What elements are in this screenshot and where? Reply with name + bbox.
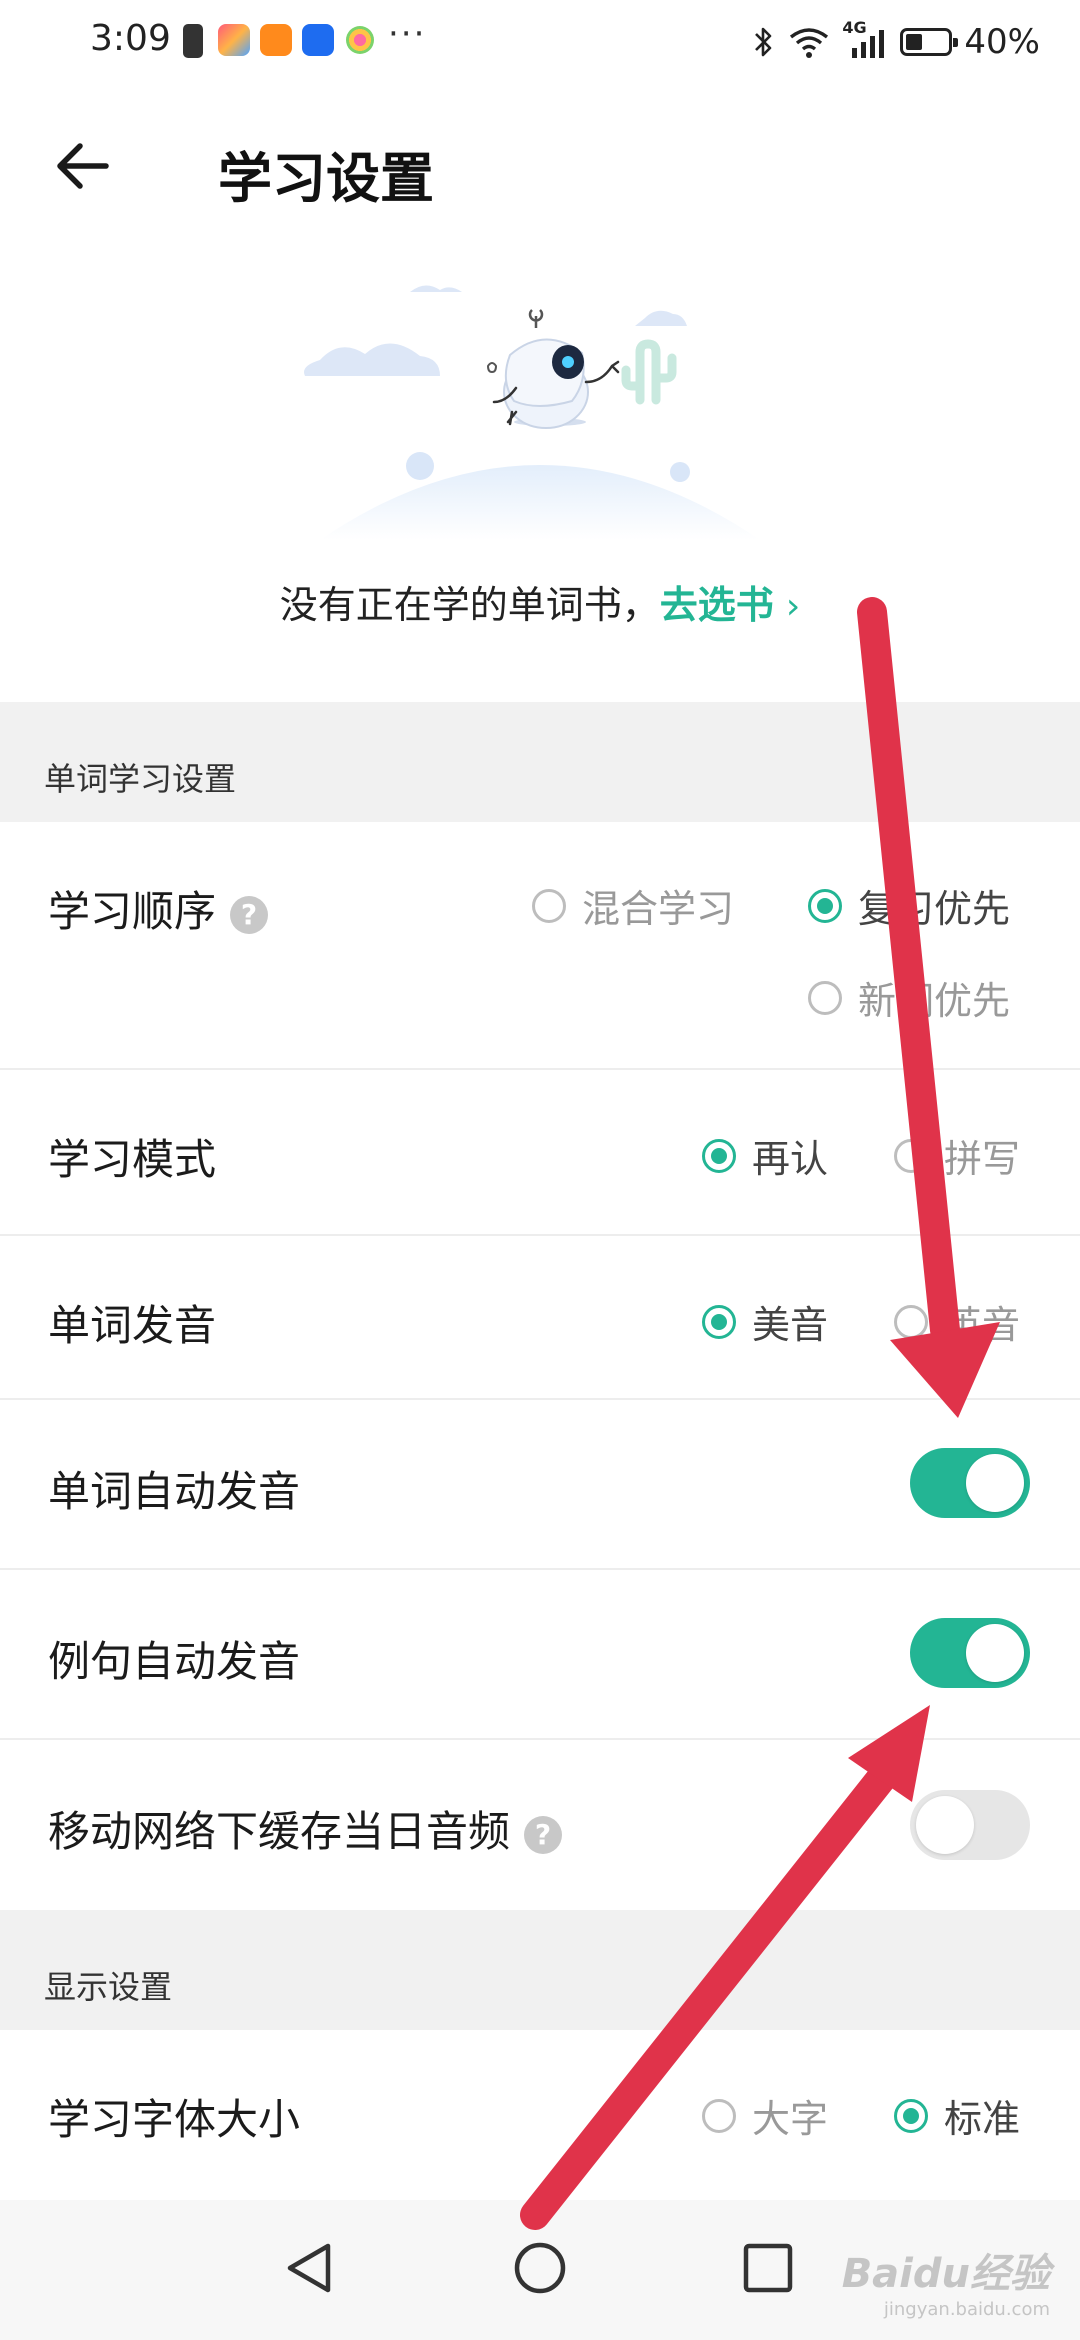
setting-row-cache-audio: 移动网络下缓存当日音频? xyxy=(0,1740,1080,1910)
setting-row-auto-sentence-pronunciation: 例句自动发音 xyxy=(0,1570,1080,1738)
toggle-auto-word-pronunciation[interactable] xyxy=(910,1448,1030,1518)
radio-circle-icon xyxy=(894,1138,928,1173)
bluetooth-icon xyxy=(755,27,772,57)
radio-label: 复习优先 xyxy=(858,887,1011,931)
section-title-display-settings: 显示设置 xyxy=(44,1968,173,2006)
radio-checked-icon xyxy=(894,2098,928,2133)
section-header-word-settings: 单词学习设置 xyxy=(0,702,1080,822)
toggle-knob xyxy=(966,1624,1024,1682)
section-header-display-settings: 显示设置 xyxy=(0,1910,1080,2030)
radio-american[interactable]: 美音 xyxy=(702,1294,828,1349)
radio-british[interactable]: 英音 xyxy=(894,1294,1020,1349)
network-type: 4G xyxy=(842,18,867,37)
radio-new-words-first[interactable]: 新词优先 xyxy=(808,970,1010,1025)
setting-label-pronunciation: 单词发音 xyxy=(48,1301,217,1350)
radio-circle-icon xyxy=(532,888,566,923)
setting-row-font-size: 学习字体大小 大字 标准 xyxy=(0,2030,1080,2198)
setting-row-auto-word-pronunciation: 单词自动发音 xyxy=(0,1400,1080,1568)
nav-recents-button[interactable] xyxy=(728,2228,808,2308)
radio-mixed-learning[interactable]: 混合学习 xyxy=(532,878,734,933)
radio-label: 标准 xyxy=(944,2097,1021,2141)
radio-circle-icon xyxy=(894,1304,928,1339)
setting-label-auto-sentence: 例句自动发音 xyxy=(48,1637,301,1686)
nav-home-button[interactable] xyxy=(500,2228,580,2308)
radio-checked-icon xyxy=(702,1304,736,1339)
radio-recognize[interactable]: 再认 xyxy=(702,1128,828,1183)
radio-label: 英音 xyxy=(944,1303,1021,1347)
bulb-app-icon xyxy=(302,24,334,56)
help-icon[interactable]: ? xyxy=(524,1815,563,1854)
section-title-word-settings: 单词学习设置 xyxy=(44,760,237,798)
radio-standard-font[interactable]: 标准 xyxy=(894,2088,1020,2143)
battery-percent: 40% xyxy=(964,22,1040,62)
setting-label-cache-audio: 移动网络下缓存当日音频? xyxy=(48,1798,563,1859)
watermark-brand: Baidu经验 xyxy=(841,2251,1050,2297)
setting-label-learning-order: 学习顺序? xyxy=(48,878,269,939)
radio-checked-icon xyxy=(808,888,842,923)
triangle-back-icon xyxy=(287,2243,331,2293)
status-bar: 3:09 ··· 4G 40% xyxy=(0,0,1080,84)
watermark-url: jingyan.baidu.com xyxy=(883,2299,1050,2320)
setting-row-learning-mode: 学习模式 再认 拼写 xyxy=(0,1070,1080,1234)
setting-label-auto-word: 单词自动发音 xyxy=(48,1467,301,1516)
circle-home-icon xyxy=(514,2242,566,2294)
app-notification-icon xyxy=(218,24,250,56)
setting-row-pronunciation: 单词发音 美音 英音 xyxy=(0,1236,1080,1398)
status-right-group: 4G 40% xyxy=(752,18,1040,66)
toggle-knob xyxy=(916,1796,974,1854)
nav-back-button[interactable] xyxy=(270,2228,350,2308)
setting-label-learning-mode: 学习模式 xyxy=(48,1135,217,1184)
setting-label-font-size: 学习字体大小 xyxy=(48,2095,301,2144)
radio-label: 混合学习 xyxy=(582,887,735,931)
flower-app-icon xyxy=(346,26,374,54)
square-recents-icon xyxy=(743,2243,793,2293)
radio-circle-icon xyxy=(808,980,842,1015)
radio-label: 美音 xyxy=(752,1303,829,1347)
empty-book-message: 没有正在学的单词书，去选书 › xyxy=(0,574,1080,629)
toggle-cache-audio[interactable] xyxy=(910,1790,1030,1860)
help-icon[interactable]: ? xyxy=(230,895,269,934)
learning-order-label: 学习顺序 xyxy=(48,887,217,936)
battery-icon xyxy=(900,28,959,56)
radio-label: 再认 xyxy=(752,1137,829,1181)
chevron-right-icon: › xyxy=(785,586,801,627)
radio-label: 拼写 xyxy=(944,1137,1021,1181)
radio-label: 新词优先 xyxy=(858,979,1011,1023)
empty-book-text: 没有正在学的单词书， xyxy=(279,583,660,627)
setting-row-learning-order: 学习顺序? 混合学习 复习优先 新词优先 xyxy=(0,822,1080,1068)
battery-fill xyxy=(906,34,923,50)
status-time: 3:09 xyxy=(90,18,171,59)
arrow-left-icon xyxy=(57,143,109,189)
radio-label: 大字 xyxy=(752,2097,829,2141)
choose-book-link[interactable]: 去选书 xyxy=(660,583,774,627)
radio-checked-icon xyxy=(702,1138,736,1173)
back-button[interactable] xyxy=(44,126,124,206)
radio-spelling[interactable]: 拼写 xyxy=(894,1128,1020,1183)
video-app-icon xyxy=(260,24,292,56)
cache-audio-label: 移动网络下缓存当日音频 xyxy=(48,1807,511,1856)
page-title: 学习设置 xyxy=(218,147,434,210)
toggle-auto-sentence-pronunciation[interactable] xyxy=(910,1618,1030,1688)
radio-review-first[interactable]: 复习优先 xyxy=(808,878,1010,933)
toggle-knob xyxy=(966,1454,1024,1512)
wifi-icon xyxy=(790,28,829,58)
empty-state-robot-illustration xyxy=(304,285,760,540)
cellular-signal-icon: 4G xyxy=(842,18,888,60)
radio-large-font[interactable]: 大字 xyxy=(702,2088,828,2143)
alert-notification-icon xyxy=(183,24,203,58)
radio-circle-icon xyxy=(702,2098,736,2133)
more-notifications-icon: ··· xyxy=(388,14,427,54)
baidu-watermark: Baidu经验 jingyan.baidu.com xyxy=(842,2241,1050,2320)
